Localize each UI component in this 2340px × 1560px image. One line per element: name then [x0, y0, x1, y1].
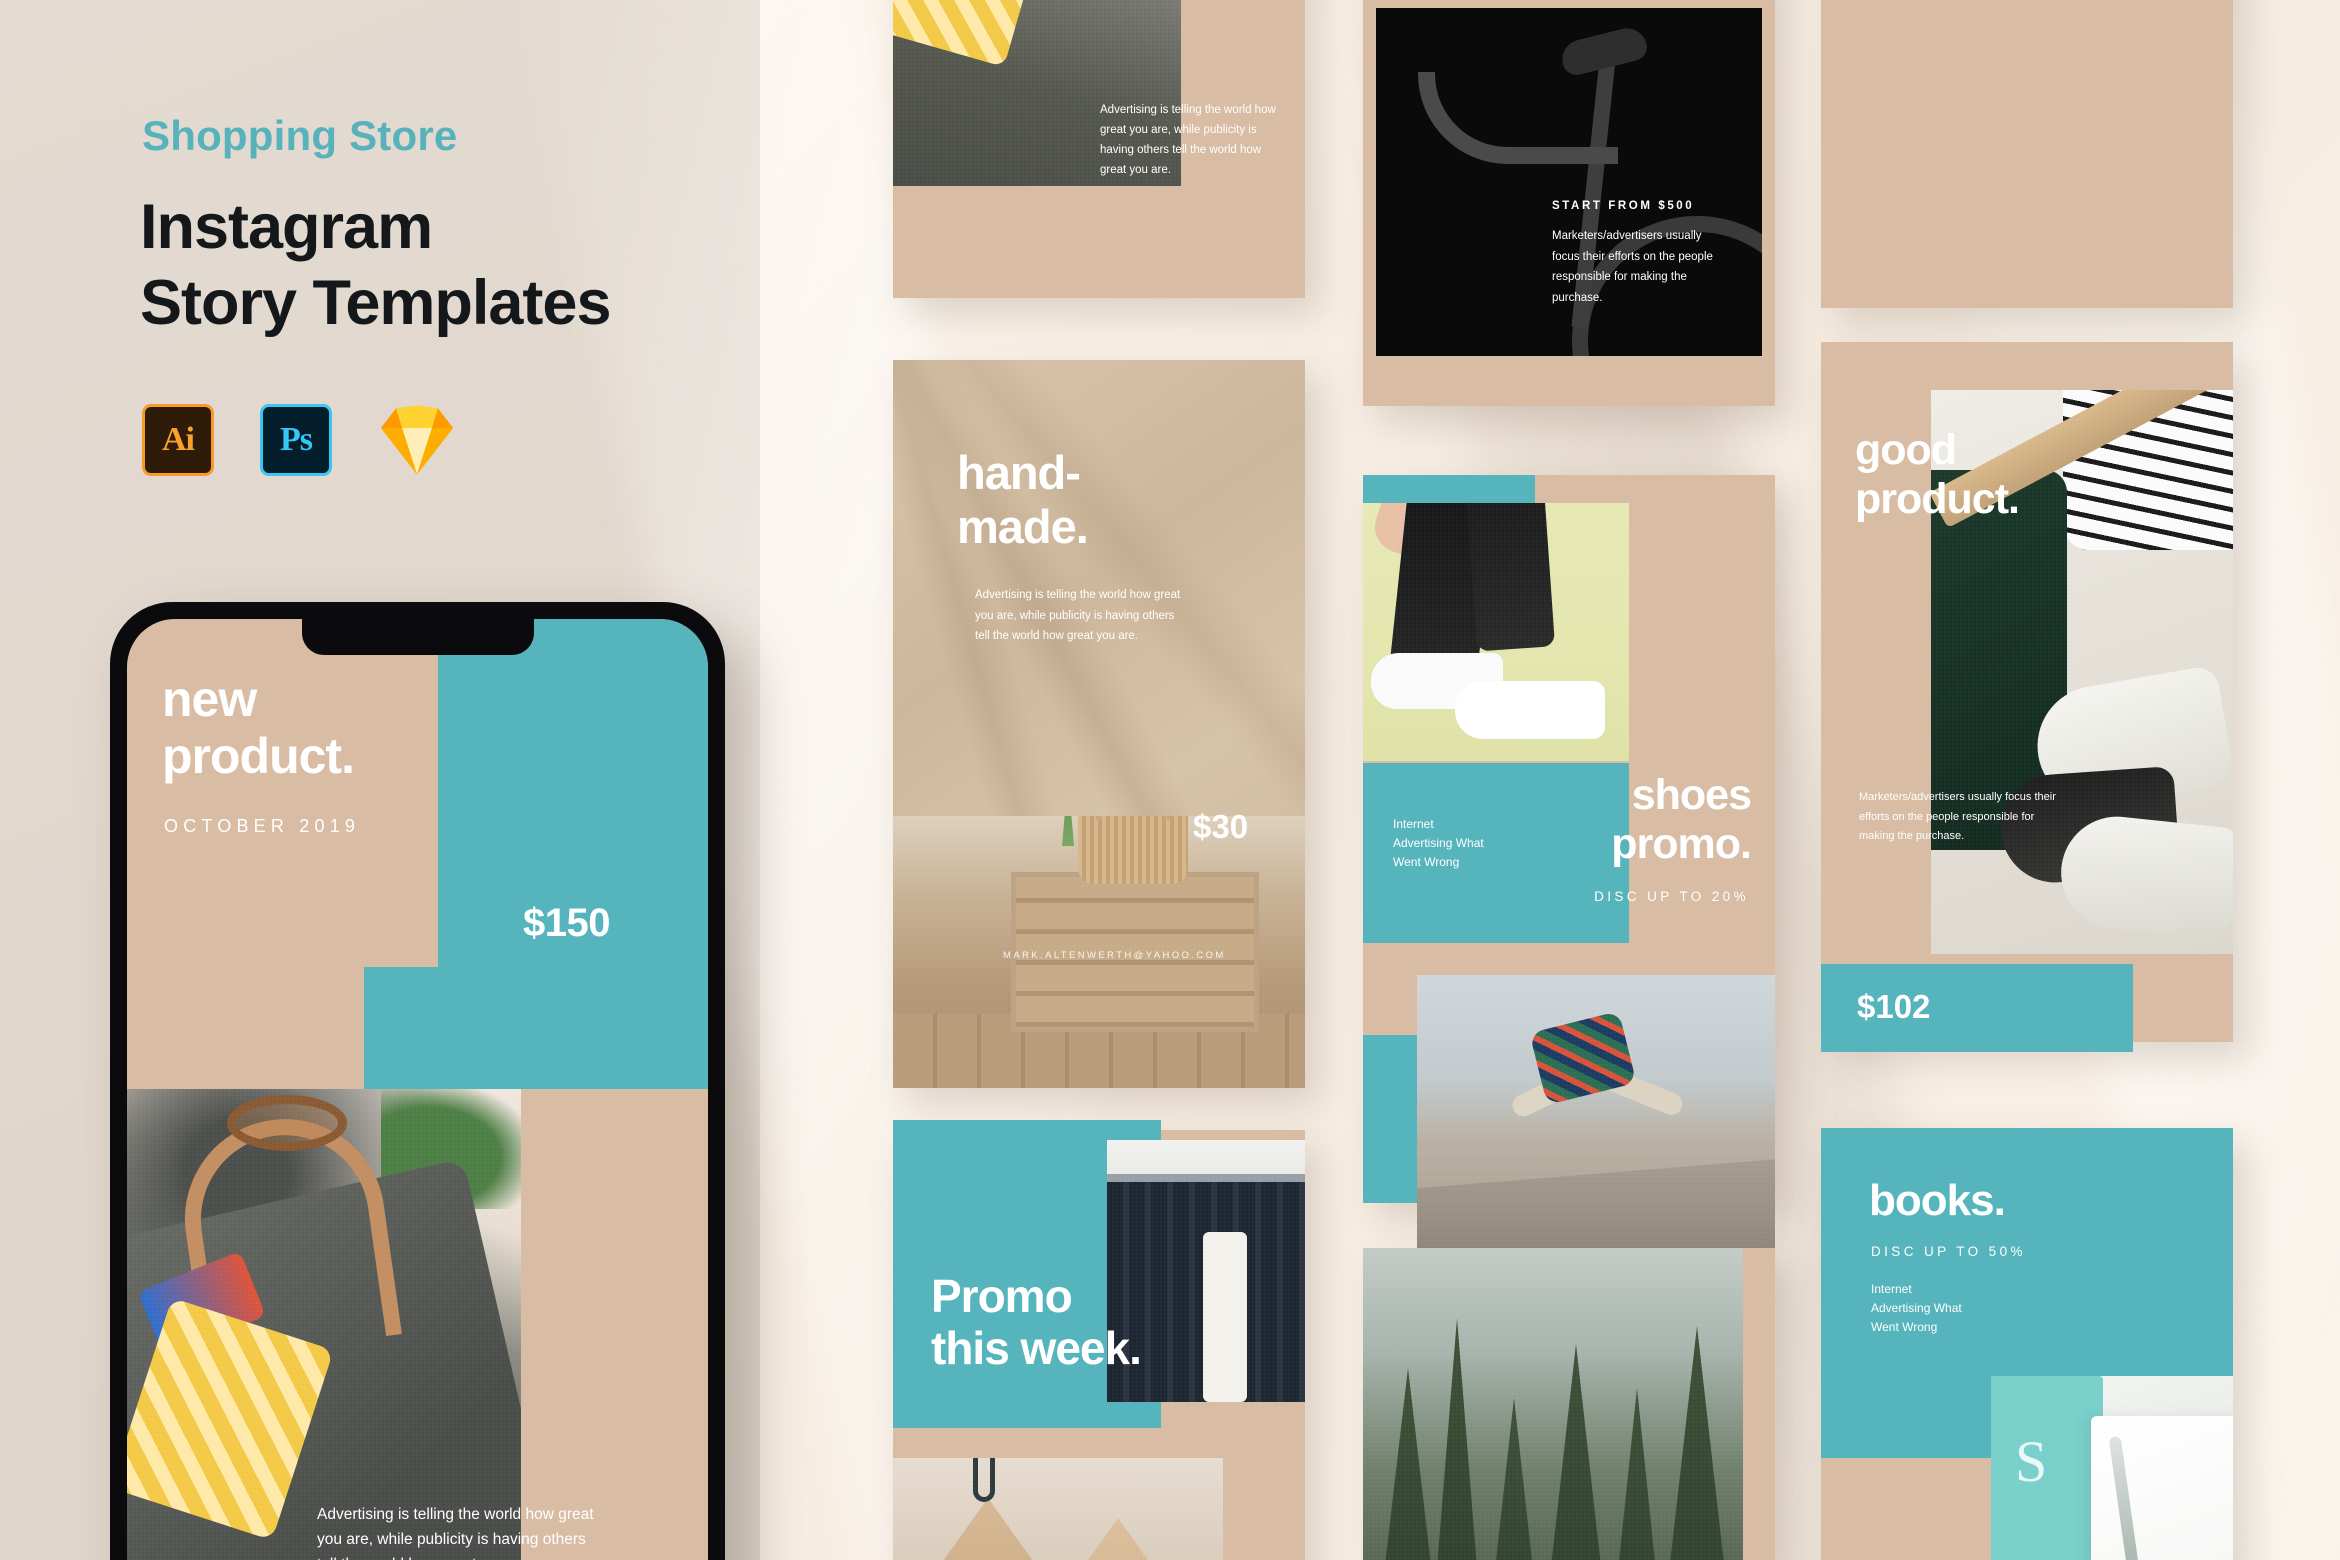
- bag-advertising-card: Advertising is telling the world how gre…: [893, 0, 1305, 298]
- phone-title-line-2: product.: [162, 728, 355, 784]
- card-title: shoes promo.: [1611, 771, 1752, 869]
- bicycle-start-from-card: START FROM $500 Marketers/advertisers us…: [1363, 0, 1775, 406]
- card-price: $102: [1857, 988, 1931, 1025]
- wooden-hangers-photo: [893, 1458, 1223, 1560]
- new-vertical-card: new $22 Marketers/advertisers usually fo…: [1821, 0, 2233, 308]
- phone-story-body: Advertising is telling the world how gre…: [317, 1506, 594, 1560]
- card-title-line-1: good: [1855, 426, 1957, 474]
- card-title: books.: [1869, 1176, 2006, 1225]
- card-caps-text: START FROM $500: [1552, 200, 1695, 212]
- card-title: Promo this week.: [931, 1270, 1142, 1375]
- card-subtitle: DISC UP TO 50%: [1871, 1244, 2026, 1259]
- caption-line-2: Advertising What: [1871, 1300, 1962, 1315]
- card-body-text: Advertising is telling the world how gre…: [975, 589, 1181, 643]
- card-title: good product.: [1855, 426, 2020, 524]
- poster-stage: Shopping Store Instagram Story Templates…: [0, 0, 2340, 1560]
- phone-story-title: new product.: [162, 671, 442, 785]
- card-title-line-2: promo.: [1611, 820, 1752, 869]
- card-email: MARK.ALTENWERTH@YAHOO.COM: [1003, 950, 1226, 961]
- card-caption: Internet Advertising What Went Wrong: [1871, 1280, 1962, 1337]
- sneakers-photo: [1363, 503, 1629, 761]
- caption-line-2: Advertising What: [1393, 835, 1484, 850]
- card-title-line-2: made.: [957, 499, 1089, 553]
- adobe-illustrator-icon: Ai: [142, 404, 214, 476]
- app-format-icons: Ai Ps: [142, 404, 456, 476]
- shoes-promo-card: Internet Advertising What Went Wrong sho…: [1363, 475, 1775, 1265]
- phone-title-line-1: new: [162, 671, 257, 727]
- promo-this-week-card: Promo this week. Internet Advertising Wh…: [893, 1120, 1305, 1560]
- card-title: hand- made.: [957, 446, 1089, 553]
- phone-story-price: $150: [523, 901, 610, 945]
- card-title-line-2: this week.: [931, 1322, 1142, 1375]
- good-product-card: good product. Marketers/advertisers usua…: [1821, 342, 2233, 1052]
- headline-line-2: Story Templates: [140, 267, 611, 338]
- bicycle-photo: START FROM $500 Marketers/advertisers us…: [1376, 8, 1762, 356]
- caption-line-1: Internet: [1393, 817, 1434, 831]
- forest-photo: [1363, 1248, 1743, 1560]
- phone-product-photo: [127, 1089, 521, 1560]
- forest-hiker-card: [1363, 1248, 1775, 1560]
- card-body-text: Marketers/advertisers usually focus thei…: [1552, 230, 1713, 305]
- phone-notch: [301, 619, 534, 655]
- books-card: books. DISC UP TO 50% Internet Advertisi…: [1821, 1128, 2233, 1560]
- card-title-line-1: hand-: [957, 446, 1081, 499]
- phone-story-date: OCTOBER 2019: [164, 816, 361, 836]
- phone-screen: new product. OCTOBER 2019 $150 Advertisi…: [127, 619, 708, 1560]
- caption-line-3: Went Wrong: [1871, 1319, 1938, 1334]
- caption-line-3: Went Wrong: [1393, 854, 1460, 869]
- sketch-icon: [378, 404, 456, 476]
- card-body-text: Advertising is telling the world how gre…: [1100, 104, 1276, 177]
- card-title-line-1: shoes: [1631, 771, 1752, 819]
- jumping-man-photo: [1417, 975, 1775, 1265]
- notebook-photo: S: [1991, 1376, 2233, 1560]
- headline-line-1: Instagram: [140, 192, 433, 262]
- phone-teal-block-right: [521, 967, 708, 1089]
- caption-line-1: Internet: [1871, 1282, 1912, 1296]
- intro-panel: Shopping Store Instagram Story Templates…: [0, 0, 760, 1560]
- card-title-line-2: product.: [1855, 475, 2020, 524]
- card-caption: Internet Advertising What Went Wrong: [1393, 815, 1484, 872]
- handmade-card: hand- made. Advertising is telling the w…: [893, 360, 1305, 1088]
- eyebrow-text: Shopping Store: [142, 112, 458, 159]
- card-price: $30: [1193, 808, 1249, 845]
- card-body-text: Marketers/advertisers usually focus thei…: [1859, 791, 2056, 843]
- card-title-line-1: Promo: [931, 1270, 1073, 1322]
- card-subtitle: DISC UP TO 20%: [1594, 889, 1749, 904]
- adobe-photoshop-icon: Ps: [260, 404, 332, 476]
- page-title: Instagram Story Templates: [140, 190, 611, 341]
- phone-mockup: new product. OCTOBER 2019 $150 Advertisi…: [110, 602, 725, 1560]
